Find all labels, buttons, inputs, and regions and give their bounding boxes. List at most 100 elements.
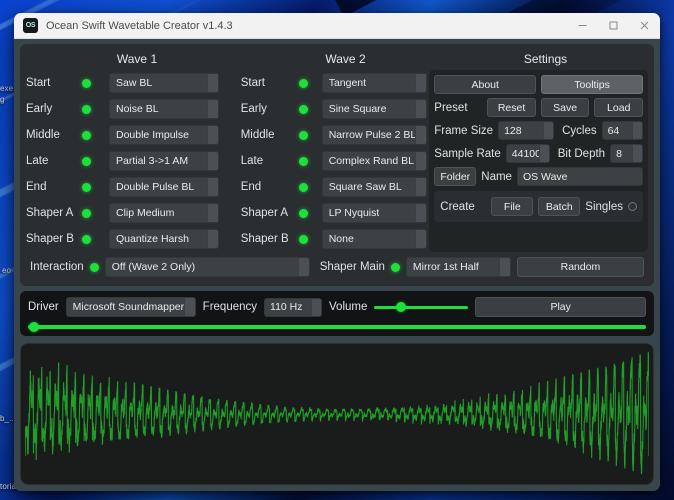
sample-rate-field[interactable]: 44100 [506, 144, 550, 163]
wave2-combo-end[interactable]: Square Saw BL [322, 177, 427, 197]
chevron-down-icon[interactable] [415, 100, 426, 118]
create-batch-button[interactable]: Batch [538, 197, 580, 216]
wave1-label-end: End [26, 181, 82, 193]
shaper-main-combo[interactable]: Mirror 1st Half [406, 257, 511, 277]
chevron-down-icon[interactable] [415, 204, 426, 222]
wave1-combo-shaper-a[interactable]: Clip Medium [109, 203, 219, 223]
chevron-down-icon[interactable] [207, 74, 218, 92]
volume-slider-knob[interactable] [396, 302, 406, 312]
folder-button[interactable]: Folder [434, 167, 476, 186]
volume-slider[interactable] [374, 306, 468, 309]
wave1-row-middle: Middle Double Impulse [26, 122, 241, 148]
name-input[interactable]: OS Wave [517, 167, 643, 186]
tooltips-button[interactable]: Tooltips [541, 75, 643, 94]
wave2-combo-shaper-a[interactable]: LP Nyquist [322, 203, 427, 223]
minimize-icon[interactable] [567, 13, 598, 38]
preset-save-button[interactable]: Save [541, 98, 590, 117]
window-controls [567, 13, 660, 38]
play-button[interactable]: Play [475, 297, 646, 317]
wave2-combo-late[interactable]: Complex Rand BL [322, 151, 427, 171]
wave1-combo-late[interactable]: Partial 3->1 AM [109, 151, 219, 171]
chevron-down-icon[interactable] [415, 126, 426, 144]
singles-radio[interactable] [628, 202, 637, 211]
bit-depth-field[interactable]: 8 [610, 144, 643, 163]
chevron-down-icon[interactable] [184, 298, 195, 316]
chevron-down-icon[interactable] [207, 178, 218, 196]
wave2-combo-start[interactable]: Tangent [322, 73, 427, 93]
wave2-combo-middle[interactable]: Narrow Pulse 2 BL [322, 125, 427, 145]
chevron-down-icon[interactable] [632, 122, 642, 139]
wave2-label-end: End [241, 181, 299, 193]
wave2-row-late: Late Complex Rand BL [241, 148, 430, 174]
wave1-row-end: End Double Pulse BL [26, 174, 241, 200]
wave2-label-shaper-b: Shaper B [241, 233, 299, 245]
sample-rate-label: Sample Rate [434, 148, 500, 160]
random-button[interactable]: Random [517, 257, 644, 277]
wave1-row-shaper-b: Shaper B Quantize Harsh [26, 226, 241, 252]
chevron-down-icon[interactable] [207, 126, 218, 144]
frame-size-field[interactable]: 128 [498, 121, 554, 140]
preset-reset-button[interactable]: Reset [487, 98, 536, 117]
wave1-label-late: Late [26, 155, 82, 167]
chevron-down-icon[interactable] [207, 152, 218, 170]
wave2-column: Start Tangent Early Sine Square [241, 70, 430, 252]
wave2-value-shaper-a: LP Nyquist [323, 207, 380, 219]
driver-combo[interactable]: Microsoft Soundmapper - Output [66, 297, 196, 317]
wave1-combo-early[interactable]: Noise BL [109, 99, 219, 119]
wave1-combo-middle[interactable]: Double Impulse [109, 125, 219, 145]
wave1-combo-start[interactable]: Saw BL [109, 73, 219, 93]
wave2-value-start: Tangent [323, 77, 366, 89]
chevron-down-icon[interactable] [207, 100, 218, 118]
chevron-down-icon[interactable] [207, 204, 218, 222]
wave2-led-shaper-b [299, 235, 308, 244]
wave1-value-shaper-b: Quantize Harsh [110, 233, 189, 245]
chevron-down-icon[interactable] [311, 299, 321, 316]
shaper-main-label: Shaper Main [320, 261, 385, 273]
chevron-down-icon[interactable] [539, 145, 549, 162]
wave1-combo-shaper-b[interactable]: Quantize Harsh [109, 229, 219, 249]
playback-progress[interactable] [28, 325, 646, 329]
frequency-field[interactable]: 110 Hz [264, 298, 322, 317]
wave1-led-end [82, 183, 91, 192]
wave1-value-shaper-a: Clip Medium [110, 207, 174, 219]
chevron-down-icon[interactable] [415, 74, 426, 92]
interaction-combo[interactable]: Off (Wave 2 Only) [105, 257, 310, 277]
wave1-led-middle [82, 131, 91, 140]
wave1-label-shaper-a: Shaper A [26, 207, 82, 219]
progress-slider-knob[interactable] [29, 322, 39, 332]
window-titlebar[interactable]: OS Ocean Swift Wavetable Creator v1.4.3 [14, 13, 660, 39]
wave1-column: Start Saw BL Early Noise BL [26, 70, 241, 252]
wave2-row-start: Start Tangent [241, 70, 430, 96]
about-button[interactable]: About [434, 75, 536, 94]
wave1-heading: Wave 1 [26, 52, 248, 66]
sample-rate-value: 44100 [507, 148, 541, 160]
frame-size-value: 128 [499, 125, 522, 137]
maximize-icon[interactable] [598, 13, 629, 38]
wave2-row-early: Early Sine Square [241, 96, 430, 122]
chevron-down-icon[interactable] [298, 258, 309, 276]
chevron-down-icon[interactable] [207, 230, 218, 248]
chevron-down-icon[interactable] [632, 145, 642, 162]
window-body: Wave 1 Wave 2 Settings Start Saw BL [14, 39, 660, 491]
interaction-value: Off (Wave 2 Only) [106, 261, 195, 273]
chevron-down-icon[interactable] [499, 258, 510, 276]
preset-load-button[interactable]: Load [594, 98, 643, 117]
progress-track[interactable] [28, 325, 646, 329]
chevron-down-icon[interactable] [415, 152, 426, 170]
wave2-label-late: Late [241, 155, 299, 167]
window-title: Ocean Swift Wavetable Creator v1.4.3 [46, 20, 233, 32]
wave2-combo-early[interactable]: Sine Square [322, 99, 427, 119]
bit-depth-value: 8 [611, 148, 622, 160]
create-file-button[interactable]: File [491, 197, 533, 216]
close-icon[interactable] [629, 13, 660, 38]
cycles-field[interactable]: 64 [602, 121, 643, 140]
wave2-label-early: Early [241, 103, 299, 115]
chevron-down-icon[interactable] [543, 122, 553, 139]
wave2-combo-shaper-b[interactable]: None [322, 229, 427, 249]
driver-row: Driver Microsoft Soundmapper - Output Fr… [28, 297, 646, 317]
wave1-combo-end[interactable]: Double Pulse BL [109, 177, 219, 197]
chevron-down-icon[interactable] [415, 230, 426, 248]
waveform-display[interactable] [25, 348, 649, 480]
chevron-down-icon[interactable] [415, 178, 426, 196]
settings-row-framesize: Frame Size 128 Cycles 64 [434, 121, 643, 140]
